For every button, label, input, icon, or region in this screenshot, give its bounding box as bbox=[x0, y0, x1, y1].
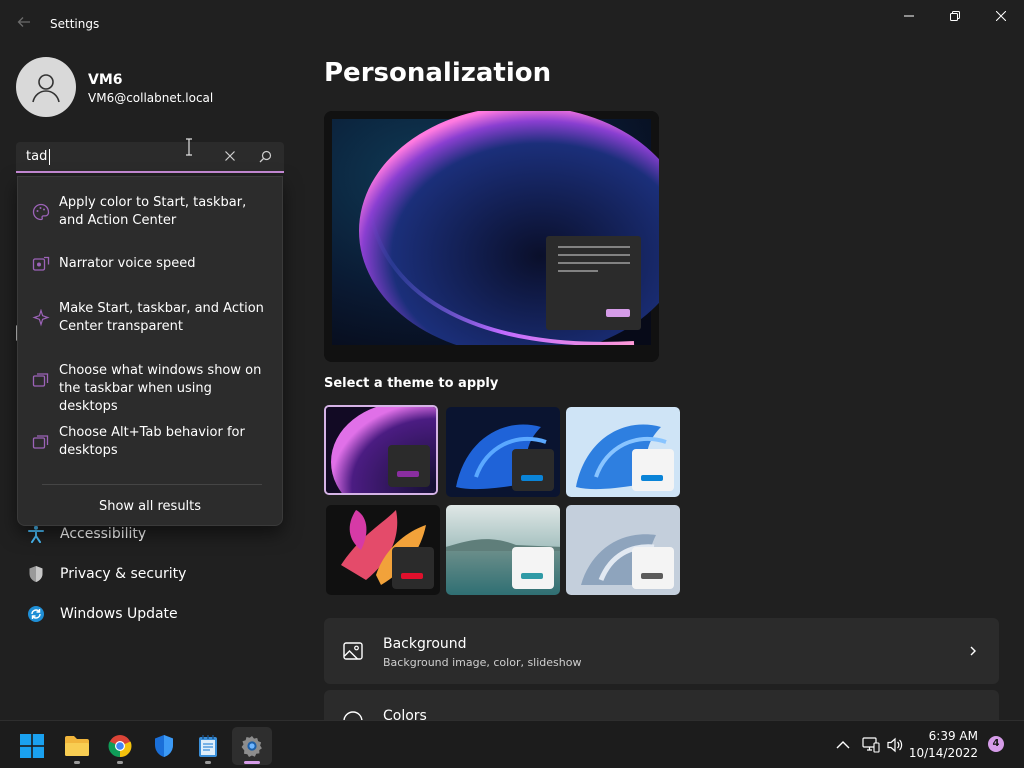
chevron-right-icon bbox=[970, 646, 976, 656]
user-icon bbox=[32, 74, 60, 103]
theme-preview bbox=[324, 111, 659, 362]
search-button[interactable] bbox=[254, 146, 276, 166]
colors-settings-card[interactable]: Colors bbox=[324, 690, 999, 731]
gear-icon bbox=[241, 736, 262, 757]
theme-section-heading: Select a theme to apply bbox=[324, 376, 499, 391]
show-hidden-icons-button[interactable] bbox=[832, 733, 854, 757]
page-title: Personalization bbox=[324, 58, 552, 88]
restore-icon bbox=[950, 11, 960, 21]
volume-button[interactable] bbox=[884, 733, 906, 757]
shield-icon bbox=[26, 564, 46, 584]
suggestion-item[interactable]: Choose Alt+Tab behavior for desktops bbox=[18, 424, 282, 464]
theme-tile-1[interactable] bbox=[324, 405, 438, 495]
network-button[interactable] bbox=[860, 733, 882, 757]
divider bbox=[42, 484, 262, 485]
card-subtitle: Background image, color, slideshow bbox=[383, 656, 582, 669]
close-icon bbox=[996, 11, 1006, 21]
sparkle-icon bbox=[32, 309, 50, 327]
network-icon bbox=[862, 737, 880, 753]
start-button[interactable] bbox=[12, 727, 52, 765]
speaker-icon bbox=[887, 737, 903, 753]
text-cursor-icon bbox=[186, 138, 192, 156]
image-icon bbox=[343, 642, 363, 660]
background-settings-card[interactable]: Background Background image, color, slid… bbox=[324, 618, 999, 684]
suggestion-item[interactable]: Narrator voice speed bbox=[18, 255, 282, 275]
clear-search-button[interactable] bbox=[220, 146, 240, 166]
close-icon bbox=[225, 151, 235, 161]
accessibility-icon bbox=[26, 524, 46, 544]
windows-logo-icon bbox=[20, 734, 44, 758]
shield-icon bbox=[155, 735, 173, 757]
running-indicator bbox=[74, 761, 80, 764]
search-value: tad bbox=[26, 149, 48, 164]
sidebar-item-privacy-security[interactable]: Privacy & security bbox=[18, 556, 280, 592]
taskbar-chrome[interactable] bbox=[100, 727, 140, 765]
taskbar-file-explorer[interactable] bbox=[57, 727, 97, 765]
chevron-up-icon bbox=[836, 741, 850, 749]
theme-tile-4[interactable] bbox=[326, 505, 440, 595]
taskbar-security[interactable] bbox=[144, 727, 184, 765]
running-indicator bbox=[117, 761, 123, 764]
suggestion-label: Make Start, taskbar, and Action Center t… bbox=[59, 301, 264, 334]
back-button[interactable] bbox=[12, 12, 36, 36]
update-icon bbox=[26, 604, 46, 624]
suggestion-label: Choose what windows show on the taskbar … bbox=[59, 363, 262, 414]
arrow-left-icon bbox=[17, 17, 30, 27]
active-indicator bbox=[244, 761, 260, 764]
suggestion-item[interactable]: Choose what windows show on the taskbar … bbox=[18, 362, 282, 414]
window-title: Settings bbox=[50, 17, 100, 31]
notification-badge[interactable]: 4 bbox=[988, 736, 1004, 752]
suggestion-label: Apply color to Start, taskbar, and Actio… bbox=[59, 195, 247, 228]
taskbar-settings[interactable] bbox=[232, 727, 272, 765]
theme-tile-3[interactable] bbox=[566, 407, 680, 497]
suggestion-item[interactable]: Apply color to Start, taskbar, and Actio… bbox=[18, 194, 282, 234]
sidebar-item-windows-update[interactable]: Windows Update bbox=[18, 596, 280, 632]
sidebar-item-label: Privacy & security bbox=[60, 566, 187, 582]
card-title: Background bbox=[383, 636, 467, 652]
show-all-results-button[interactable]: Show all results bbox=[18, 499, 282, 514]
search-icon bbox=[259, 150, 271, 162]
search-suggestions: Apply color to Start, taskbar, and Actio… bbox=[17, 176, 283, 526]
chrome-icon bbox=[108, 735, 132, 758]
suggestion-label: Choose Alt+Tab behavior for desktops bbox=[59, 425, 245, 458]
taskbar: 6:39 AM 10/14/2022 4 bbox=[0, 720, 1024, 768]
minimize-button[interactable] bbox=[886, 4, 932, 28]
running-indicator bbox=[205, 761, 211, 764]
taskbar-notepad[interactable] bbox=[188, 727, 228, 765]
theme-tile-5[interactable] bbox=[446, 505, 560, 595]
user-email: VM6@collabnet.local bbox=[88, 91, 214, 105]
sidebar-item-label: Windows Update bbox=[60, 606, 178, 622]
multitask-icon bbox=[32, 373, 49, 387]
close-button[interactable] bbox=[978, 4, 1024, 28]
text-caret bbox=[49, 149, 50, 165]
minimize-icon bbox=[904, 15, 914, 17]
restore-button[interactable] bbox=[932, 4, 978, 28]
clock-date[interactable]: 10/14/2022 bbox=[908, 746, 978, 760]
notepad-icon bbox=[199, 735, 217, 757]
theme-tile-6[interactable] bbox=[566, 505, 680, 595]
suggestion-item[interactable]: Make Start, taskbar, and Action Center t… bbox=[18, 300, 282, 340]
user-name: VM6 bbox=[88, 72, 123, 88]
search-input[interactable]: tad bbox=[16, 142, 284, 173]
multitask-icon bbox=[32, 435, 49, 449]
folder-icon bbox=[65, 736, 89, 756]
sidebar-item-label: Accessibility bbox=[60, 526, 147, 542]
palette-icon bbox=[32, 203, 50, 221]
wallpaper-preview-image bbox=[324, 111, 659, 362]
avatar[interactable] bbox=[16, 57, 76, 117]
clock-time[interactable]: 6:39 AM bbox=[918, 729, 978, 743]
suggestion-label: Narrator voice speed bbox=[59, 256, 196, 271]
theme-tile-2[interactable] bbox=[446, 407, 560, 497]
narrator-icon bbox=[32, 256, 50, 271]
